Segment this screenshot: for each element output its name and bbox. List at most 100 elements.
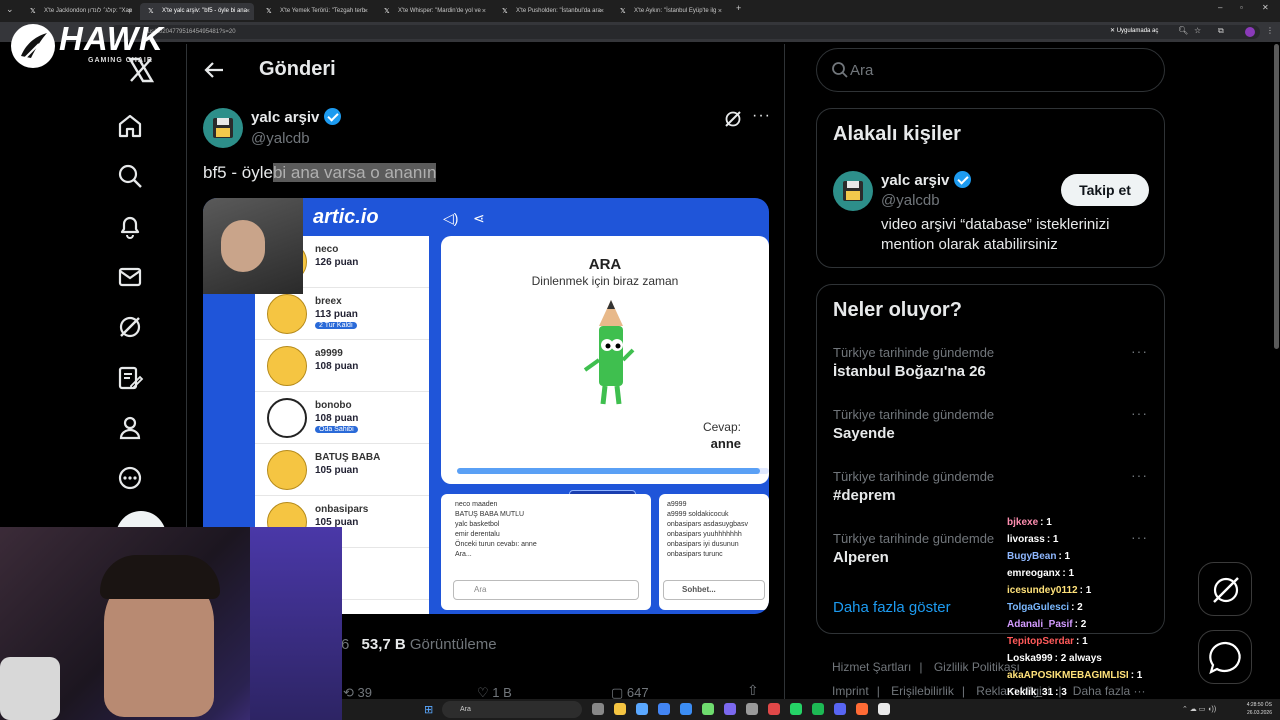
grok-post-icon[interactable] bbox=[723, 109, 743, 134]
task-view-icon[interactable] bbox=[592, 703, 604, 715]
stream-chat-user: livorass bbox=[1007, 534, 1045, 545]
stream-chat-line: Adanali_Pasif: 2 bbox=[1007, 619, 1086, 630]
trend-item[interactable]: Türkiye tarihinde gündemde Alperen ··· bbox=[833, 529, 1153, 566]
taskbar-search[interactable]: Ara bbox=[442, 701, 582, 718]
close-tab-icon[interactable]: × bbox=[718, 3, 722, 20]
chat-floating-button[interactable] bbox=[1198, 630, 1252, 684]
browser-tab-active[interactable]: 𝕏 X'te yalc arşiv: "bf5 - öyle bi ana × bbox=[140, 3, 254, 20]
trend-item[interactable]: Türkiye tarihinde gündemde #deprem ··· bbox=[833, 467, 1153, 504]
related-name[interactable]: yalc arşiv bbox=[881, 172, 949, 189]
browser-tab[interactable]: 𝕏 X'te Whisper: "Mardin'de yol ve × bbox=[376, 3, 490, 20]
chrome-icon[interactable] bbox=[658, 703, 670, 715]
lists-icon[interactable] bbox=[116, 364, 144, 392]
guess-input[interactable]: Ara bbox=[453, 580, 639, 600]
trend-item[interactable]: Türkiye tarihinde gündemde İstanbul Boğaz… bbox=[833, 343, 1153, 380]
url-field[interactable]: tus/2020477951645495481?s=20 bbox=[110, 25, 1260, 39]
minimize-icon[interactable]: – bbox=[1218, 3, 1222, 12]
file-explorer-icon[interactable] bbox=[614, 703, 626, 715]
taskbar-clock[interactable]: 4:28:50 ÖS 26.03.2026 bbox=[1226, 701, 1272, 717]
player-row: breex 113 puan 2 Tur Kaldı bbox=[255, 288, 429, 340]
player-score: 105 puan bbox=[315, 465, 359, 476]
trend-more-icon[interactable]: ··· bbox=[1131, 467, 1148, 483]
browser-tab[interactable]: 𝕏 X'te Yemek Terörü: "Tezgah terb × bbox=[258, 3, 372, 20]
obs-icon[interactable] bbox=[746, 703, 758, 715]
grok-icon[interactable] bbox=[116, 313, 144, 341]
author-name-row[interactable]: yalc arşiv bbox=[251, 108, 341, 126]
back-arrow-icon[interactable] bbox=[203, 59, 225, 87]
close-tab-icon[interactable]: × bbox=[128, 3, 132, 20]
app-orange-icon[interactable] bbox=[856, 703, 868, 715]
spotify-icon[interactable] bbox=[812, 703, 824, 715]
stream-chat-line: emreoganx: 1 bbox=[1007, 568, 1074, 579]
author-name[interactable]: yalc arşiv bbox=[251, 109, 319, 126]
trend-item[interactable]: Türkiye tarihinde gündemde Sayende ··· bbox=[833, 405, 1153, 442]
stream-chat-user: TepitopSerdar bbox=[1007, 636, 1075, 647]
stream-chat-line: TolgaGulesci: 2 bbox=[1007, 602, 1083, 613]
chat-input[interactable]: Sohbet... bbox=[663, 580, 765, 600]
close-tab-icon[interactable]: × bbox=[600, 3, 604, 20]
profile-icon[interactable] bbox=[116, 414, 144, 442]
discord-icon[interactable] bbox=[834, 703, 846, 715]
x-logo-icon[interactable] bbox=[127, 56, 155, 84]
game-chat-line: emir derentalu bbox=[455, 531, 500, 538]
sound-icon[interactable]: ◁) bbox=[443, 210, 458, 227]
related-handle[interactable]: @yalcdb bbox=[881, 192, 940, 209]
open-in-app-button[interactable]: ✕ Uygulamada aç bbox=[1110, 27, 1158, 34]
follow-button[interactable]: Takip et bbox=[1061, 174, 1149, 206]
trend-more-icon[interactable]: ··· bbox=[1131, 405, 1148, 421]
page-scrollbar[interactable] bbox=[1274, 44, 1279, 349]
footer-link[interactable]: Daha fazla ··· bbox=[1073, 684, 1146, 698]
app-gray-icon[interactable] bbox=[878, 703, 890, 715]
home-icon[interactable] bbox=[116, 112, 144, 140]
footer-link[interactable]: Erişilebilirlik bbox=[891, 684, 954, 698]
copilot-icon[interactable] bbox=[702, 703, 714, 715]
windows-start-icon[interactable]: ⊞ bbox=[424, 703, 433, 716]
messages-mail-icon[interactable] bbox=[116, 263, 144, 291]
grok-floating-button[interactable] bbox=[1198, 562, 1252, 616]
share-icon[interactable]: ⋖ bbox=[473, 210, 485, 227]
zoom-icon[interactable]: 🔍︎ bbox=[1178, 26, 1188, 35]
stream-chat-line: bjkexe: 1 bbox=[1007, 517, 1052, 528]
show-more-link[interactable]: Daha fazla göster bbox=[833, 599, 951, 616]
browser-tab[interactable]: 𝕏 X'te Aykırı: "İstanbul Eyüp'te ilg × bbox=[612, 3, 726, 20]
settings-icon[interactable] bbox=[680, 703, 692, 715]
whatsapp-icon[interactable] bbox=[790, 703, 802, 715]
edge-icon[interactable] bbox=[636, 703, 648, 715]
trend-more-icon[interactable]: ··· bbox=[1131, 529, 1148, 545]
more-options-icon[interactable] bbox=[116, 464, 144, 492]
round-progress-fill bbox=[457, 468, 760, 474]
new-tab-icon[interactable]: + bbox=[736, 3, 741, 13]
share-post-icon[interactable]: ⇧ bbox=[747, 682, 759, 699]
extensions-icon[interactable]: ⧉ bbox=[1218, 26, 1224, 36]
close-tab-icon[interactable]: × bbox=[364, 3, 368, 20]
x-favicon-icon: 𝕏 bbox=[384, 8, 390, 15]
browser-menu-icon[interactable]: ⋮ bbox=[1266, 26, 1274, 35]
bookmark-star-icon[interactable]: ☆ bbox=[1194, 26, 1201, 35]
profile-avatar[interactable] bbox=[1245, 27, 1255, 37]
footer-link[interactable]: Imprint bbox=[832, 684, 869, 698]
tray-icons[interactable]: ⌃ ☁ ▭ ◖)) bbox=[1182, 705, 1216, 713]
close-window-icon[interactable]: ✕ bbox=[1262, 3, 1269, 12]
stream-chat-line: TepitopSerdar: 1 bbox=[1007, 636, 1088, 647]
related-name-row[interactable]: yalc arşiv bbox=[881, 171, 971, 189]
browser-tab[interactable]: 𝕏 X'te Jacklondon קולג׳ לונדון: "Xap × bbox=[22, 3, 136, 20]
search-box[interactable]: Ara bbox=[816, 48, 1165, 92]
notifications-bell-icon[interactable] bbox=[116, 212, 144, 240]
stream-chat-line: livorass: 1 bbox=[1007, 534, 1058, 545]
browser-tab[interactable]: 𝕏 X'te Pusholden: "İstanbul'da ara × bbox=[494, 3, 608, 20]
footer-link[interactable]: Hizmet Şartları bbox=[832, 660, 911, 674]
author-avatar[interactable] bbox=[203, 108, 243, 148]
trend-more-icon[interactable]: ··· bbox=[1131, 343, 1148, 359]
close-tab-icon[interactable]: × bbox=[482, 3, 486, 20]
maximize-icon[interactable]: ▫ bbox=[1240, 3, 1243, 12]
explore-search-icon[interactable] bbox=[116, 162, 144, 190]
close-tab-icon[interactable]: × bbox=[246, 3, 250, 20]
search-icon bbox=[831, 61, 849, 84]
author-handle[interactable]: @yalcdb bbox=[251, 130, 310, 147]
app-red-icon[interactable] bbox=[768, 703, 780, 715]
app-icon[interactable] bbox=[724, 703, 736, 715]
page-title: Gönderi bbox=[259, 58, 336, 80]
post-more-icon[interactable]: ··· bbox=[752, 107, 771, 125]
tab-search-icon[interactable]: ⌄ bbox=[6, 4, 14, 15]
related-avatar[interactable] bbox=[833, 171, 873, 211]
